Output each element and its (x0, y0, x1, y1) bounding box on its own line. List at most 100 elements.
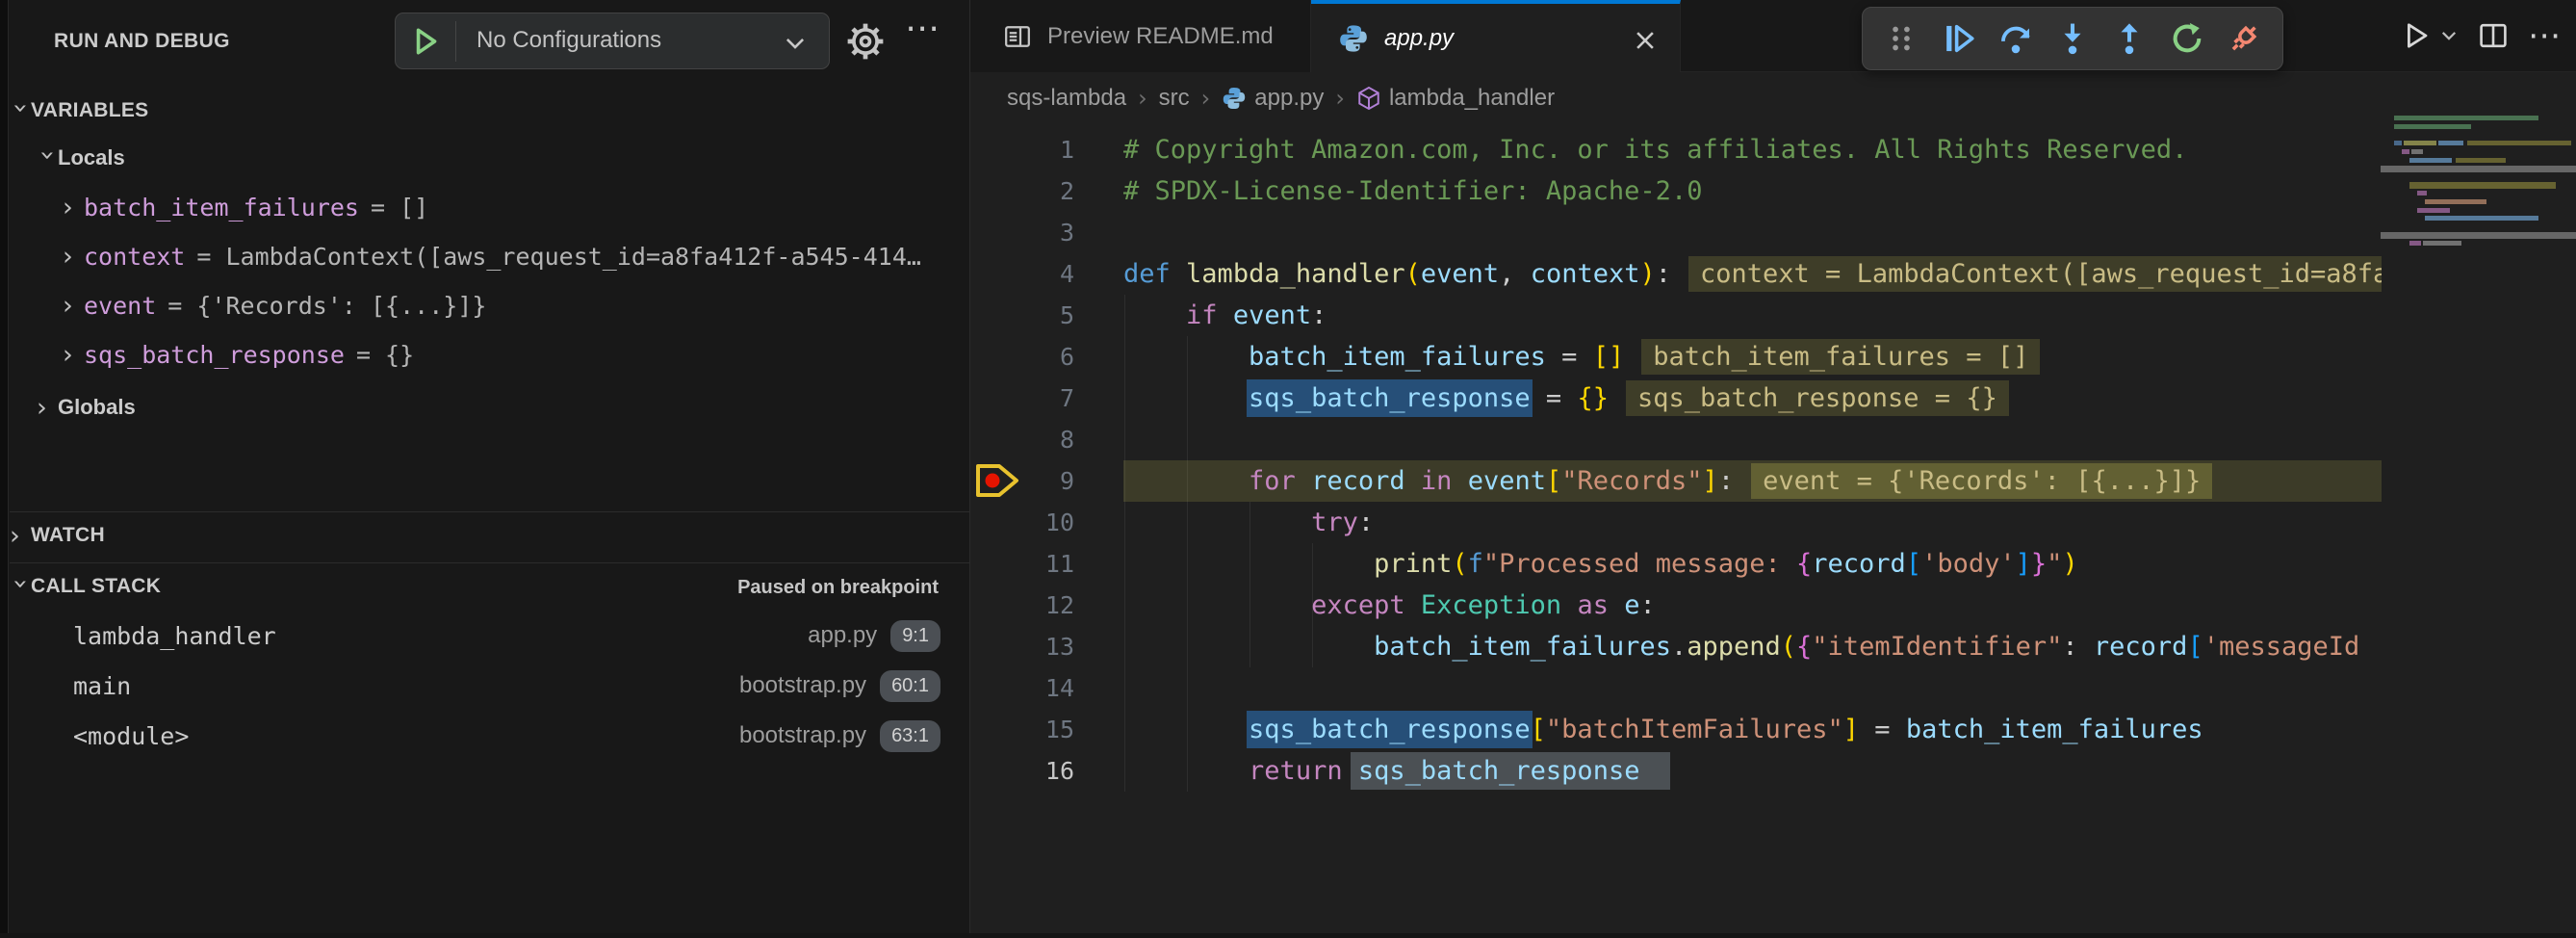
chevron-down-icon[interactable] (783, 31, 808, 56)
restart-icon[interactable] (2169, 20, 2205, 57)
minimap[interactable] (2381, 116, 2576, 289)
split-editor-icon[interactable] (2478, 20, 2509, 51)
breakpoint-current-line-icon[interactable] (974, 462, 1022, 499)
disconnect-icon[interactable] (2226, 20, 2262, 57)
dropdown-divider (455, 21, 456, 62)
line-number: 16 (1028, 757, 1074, 785)
variables-section-header[interactable]: › VARIABLES (10, 89, 969, 133)
python-icon (1222, 86, 1247, 111)
code-line-14[interactable]: 14 (970, 667, 2382, 709)
debug-toolbar (1862, 7, 2283, 70)
callstack-frame-row[interactable]: mainbootstrap.py60:1 (10, 661, 969, 711)
code-line-1[interactable]: 1# Copyright Amazon.com, Inc. or its aff… (970, 129, 2382, 170)
inline-debug-value: context = LambdaContext([aws_request_id=… (1688, 256, 2382, 292)
run-and-debug-sidebar: RUN AND DEBUG No Configurations ⋯ › V (0, 0, 969, 938)
inline-debug-value: batch_item_failures = [] (1641, 339, 2040, 375)
line-code: sqs_batch_response["batchItemFailures"] … (1123, 709, 2382, 750)
chevron-expanded-icon[interactable]: › (35, 149, 61, 170)
code-line-7[interactable]: 7 sqs_batch_response = {}sqs_batch_respo… (970, 378, 2382, 419)
line-code: except Exception as e: (1123, 585, 2382, 626)
tab-app-py[interactable]: app.py (1311, 0, 1681, 72)
line-code (1123, 667, 2382, 709)
variable-value: = [] (371, 194, 428, 221)
callstack-frame-row[interactable]: <module>bootstrap.py63:1 (10, 711, 969, 761)
tab-label[interactable]: app.py (1384, 25, 1454, 52)
line-code: if event: (1123, 295, 2382, 336)
variable-name: event (84, 292, 156, 320)
chevron-collapsed-icon[interactable]: › (63, 244, 84, 270)
variable-name: batch_item_failures (84, 194, 359, 221)
inline-debug-value: event = {'Records': [{...}]} (1751, 463, 2212, 499)
chevron-expanded-icon[interactable]: › (8, 102, 34, 123)
chevron-collapsed-icon[interactable]: › (10, 523, 31, 549)
code-line-15[interactable]: 15 sqs_batch_response["batchItemFailures… (970, 709, 2382, 750)
chevron-collapsed-icon[interactable]: › (63, 293, 84, 319)
run-file-icon[interactable] (2401, 20, 2432, 51)
line-number: 12 (1028, 591, 1074, 619)
breadcrumb-item[interactable]: app.py (1222, 85, 1324, 112)
code-line-16[interactable]: 16 return sqs_batch_response (970, 750, 2382, 792)
variable-row[interactable]: ›batch_item_failures = [] (10, 183, 969, 232)
variables-section-label: VARIABLES (31, 99, 149, 122)
chevron-collapsed-icon[interactable]: › (63, 342, 84, 368)
config-dropdown-label[interactable]: No Configurations (477, 27, 661, 54)
breadcrumb-label: src (1159, 85, 1190, 112)
breadcrumb: sqs-lambda›src›app.py›lambda_handler (970, 73, 2576, 123)
line-number: 9 (1028, 467, 1074, 495)
chevron-collapsed-icon[interactable]: › (63, 195, 84, 221)
callstack-frame-row[interactable]: lambda_handlerapp.py9:1 (10, 611, 969, 661)
drag-handle-icon[interactable] (1883, 20, 1919, 57)
line-number: 1 (1028, 136, 1074, 164)
callstack-section-label: CALL STACK (31, 575, 161, 598)
code-line-13[interactable]: 13 batch_item_failures.append({"itemIden… (970, 626, 2382, 667)
continue-icon[interactable] (1941, 20, 1977, 57)
code-line-8[interactable]: 8 (970, 419, 2382, 460)
debug-config-dropdown[interactable]: No Configurations (395, 13, 830, 69)
tab-preview-readme[interactable]: Preview README.md (970, 0, 1311, 72)
line-code: return sqs_batch_response (1123, 750, 2382, 792)
line-code: for record in event["Records"]:event = {… (1123, 460, 2382, 502)
code-line-4[interactable]: 4def lambda_handler(event, context):cont… (970, 253, 2382, 295)
breadcrumb-item[interactable]: sqs-lambda (1007, 85, 1126, 112)
chevron-collapsed-icon[interactable]: › (37, 395, 58, 421)
variable-row[interactable]: ›sqs_batch_response= {} (10, 330, 969, 379)
gear-icon[interactable] (845, 21, 886, 62)
watch-section-header[interactable]: › WATCH (10, 513, 969, 558)
callstack-section-header[interactable]: › CALL STACK Paused on breakpoint (10, 564, 969, 609)
line-number: 8 (1028, 426, 1074, 454)
code-line-2[interactable]: 2# SPDX-License-Identifier: Apache-2.0 (970, 170, 2382, 212)
more-actions-icon[interactable]: ⋯ (2528, 17, 2561, 54)
line-number: 7 (1028, 384, 1074, 412)
line-code: batch_item_failures.append({"itemIdentif… (1123, 626, 2382, 667)
breadcrumb-item[interactable]: src (1159, 85, 1190, 112)
code-line-12[interactable]: 12 except Exception as e: (970, 585, 2382, 626)
close-icon[interactable] (1632, 27, 1659, 54)
line-code: batch_item_failures = []batch_item_failu… (1123, 336, 2382, 378)
code-line-9[interactable]: 9 for record in event["Records"]:event =… (970, 460, 2382, 502)
frame-position-badge: 60:1 (880, 670, 940, 702)
callstack-frames: lambda_handlerapp.py9:1mainbootstrap.py6… (10, 611, 969, 761)
editor-tab-bar: Preview README.md app.py (970, 0, 2576, 72)
code-line-5[interactable]: 5 if event: (970, 295, 2382, 336)
more-actions-icon[interactable]: ⋯ (905, 8, 940, 48)
variable-row[interactable]: ›event= {'Records': [{...}]} (10, 281, 969, 330)
step-out-icon[interactable] (2111, 20, 2148, 57)
breadcrumb-label: sqs-lambda (1007, 85, 1126, 112)
code-line-10[interactable]: 10 try: (970, 502, 2382, 543)
line-code: sqs_batch_response = {}sqs_batch_respons… (1123, 378, 2382, 419)
locals-tree-item[interactable]: › Locals (10, 135, 969, 181)
code-line-6[interactable]: 6 batch_item_failures = []batch_item_fai… (970, 336, 2382, 378)
breadcrumb-item[interactable]: lambda_handler (1356, 85, 1555, 112)
run-play-icon[interactable] (409, 25, 442, 58)
step-into-icon[interactable] (2054, 20, 2091, 57)
code-editor[interactable]: 1# Copyright Amazon.com, Inc. or its aff… (970, 123, 2382, 938)
run-dropdown-chevron-icon[interactable] (2439, 26, 2459, 45)
step-over-icon[interactable] (1997, 20, 2034, 57)
tab-label[interactable]: Preview README.md (1047, 23, 1274, 50)
globals-tree-item[interactable]: › Globals (10, 384, 969, 430)
code-line-11[interactable]: 11 print(f"Processed message: {record['b… (970, 543, 2382, 585)
globals-label: Globals (58, 395, 136, 420)
variable-row[interactable]: ›context= LambdaContext([aws_request_id=… (10, 232, 969, 281)
chevron-expanded-icon[interactable]: › (8, 578, 34, 599)
code-line-3[interactable]: 3 (970, 212, 2382, 253)
